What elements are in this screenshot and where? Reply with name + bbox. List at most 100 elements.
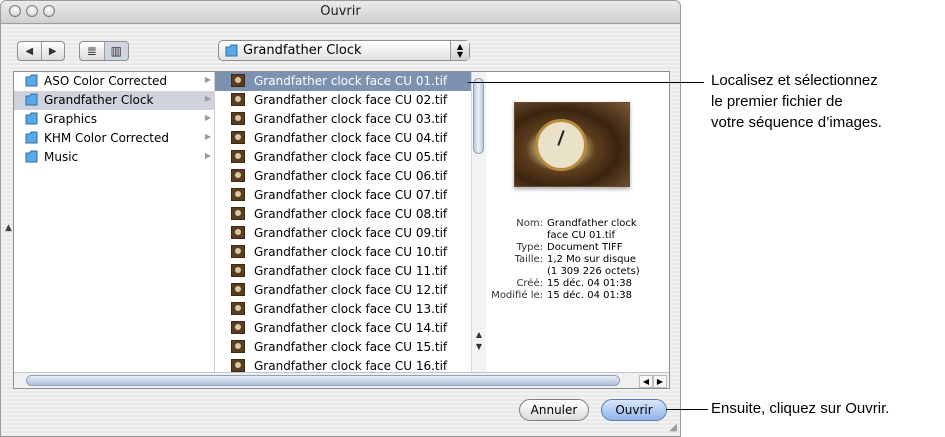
file-item[interactable]: Grandfather clock face CU 12.tif [215, 281, 471, 300]
callout-leader-bottom [666, 409, 708, 410]
forward-arrow-icon[interactable]: ▶ [40, 42, 65, 60]
file-label: Grandfather clock face CU 03.tif [254, 112, 448, 126]
folder-item[interactable]: Music ▶ [14, 148, 214, 167]
file-label: Grandfather clock face CU 12.tif [254, 283, 448, 297]
name-value-continued: face CU 01.tif [547, 230, 616, 241]
file-item[interactable]: Grandfather clock face CU 13.tif [215, 300, 471, 319]
file-item[interactable]: Grandfather clock face CU 11.tif [215, 262, 471, 281]
created-label: Créé: [516, 278, 543, 289]
file-browser: ASO Color Corrected ▶ Grandfather Clock … [13, 71, 670, 389]
folder-item[interactable]: ASO Color Corrected ▶ [14, 72, 214, 91]
image-file-icon [231, 321, 245, 334]
folder-item[interactable]: Graphics ▶ [14, 110, 214, 129]
horizontal-scrollbar[interactable]: ◀ ▶ [14, 372, 669, 388]
callout-leader-top [468, 82, 704, 83]
file-item[interactable]: Grandfather clock face CU 10.tif [215, 243, 471, 262]
image-file-icon [231, 359, 245, 372]
file-info: Nom: Grandfather clock face CU 01.tif Typ… [485, 218, 669, 302]
file-item[interactable]: Grandfather clock face CU 15.tif [215, 338, 471, 357]
folder-item-selected[interactable]: Grandfather Clock ▶ [14, 91, 214, 110]
folder-icon [25, 112, 38, 125]
scroll-down-icon[interactable]: ▼ [473, 342, 485, 353]
preview-pane: Nom: Grandfather clock face CU 01.tif Typ… [485, 72, 669, 372]
created-value: 15 déc. 04 01:38 [547, 278, 632, 289]
image-file-icon [231, 169, 245, 182]
size-label: Taille: [514, 254, 543, 265]
folder-item[interactable]: KHM Color Corrected ▶ [14, 129, 214, 148]
vertical-scroll-thumb[interactable] [473, 78, 484, 154]
clock-face-image [535, 119, 587, 171]
type-label: Type: [516, 242, 543, 253]
file-column-scrollbar[interactable]: ▲ ▼ [471, 72, 486, 372]
folder-label: KHM Color Corrected [44, 131, 170, 145]
file-label: Grandfather clock face CU 10.tif [254, 245, 448, 259]
folder-icon [25, 74, 38, 87]
open-dialog-window: Ouvrir ◀ ▶ ≣ ▥ Grandfather Clock ▲ ▼ ▲ A… [0, 0, 681, 437]
file-label: Grandfather clock face CU 13.tif [254, 302, 448, 316]
image-file-icon [231, 340, 245, 353]
callout-click-open: Ensuite, cliquez sur Ouvrir. [711, 400, 890, 417]
cancel-button[interactable]: Annuler [519, 399, 589, 421]
horizontal-scroll-arrows: ◀ ▶ [639, 375, 667, 388]
folder-icon [25, 131, 38, 144]
scroll-left-icon[interactable]: ◀ [639, 375, 653, 388]
file-item[interactable]: Grandfather clock face CU 02.tif [215, 91, 471, 110]
image-file-icon [231, 131, 245, 144]
image-file-icon [231, 93, 245, 106]
file-item[interactable]: Grandfather clock face CU 05.tif [215, 148, 471, 167]
location-popup[interactable]: Grandfather Clock ▲ ▼ [218, 40, 470, 61]
file-label: Grandfather clock face CU 11.tif [254, 264, 448, 278]
image-file-icon [231, 112, 245, 125]
open-button[interactable]: Ouvrir [601, 399, 667, 421]
preview-thumbnail [514, 102, 630, 187]
image-file-icon [231, 207, 245, 220]
image-file-icon [231, 302, 245, 315]
file-item[interactable]: Grandfather clock face CU 08.tif [215, 205, 471, 224]
file-column: Grandfather clock face CU 01.tif Grandfa… [215, 72, 472, 373]
file-item[interactable]: Grandfather clock face CU 07.tif [215, 186, 471, 205]
resize-grip-icon[interactable]: ◢ [669, 422, 677, 433]
file-label: Grandfather clock face CU 16.tif [254, 359, 448, 373]
back-arrow-icon[interactable]: ◀ [18, 42, 41, 60]
type-value: Document TIFF [547, 242, 623, 253]
scroll-up-icon[interactable]: ▲ [473, 330, 485, 341]
horizontal-scroll-thumb[interactable] [26, 375, 620, 386]
file-item[interactable]: Grandfather clock face CU 04.tif [215, 129, 471, 148]
name-value: Grandfather clock [547, 218, 637, 229]
image-file-icon [231, 150, 245, 163]
callout-select-first-file: Localisez et sélectionnez le premier fic… [711, 72, 882, 131]
collapse-handle-icon[interactable]: ▲ [5, 223, 12, 233]
folder-label: ASO Color Corrected [44, 74, 168, 88]
image-file-icon [231, 74, 245, 87]
size-value: 1,2 Mo sur disque [547, 254, 637, 265]
scroll-right-icon[interactable]: ▶ [653, 375, 667, 388]
file-label: Grandfather clock face CU 05.tif [254, 150, 448, 164]
file-item-selected[interactable]: Grandfather clock face CU 01.tif [215, 72, 471, 91]
file-label: Grandfather clock face CU 14.tif [254, 321, 448, 335]
history-navigation: ◀ ▶ [17, 41, 65, 61]
title-bar: Ouvrir [1, 1, 680, 24]
file-label: Grandfather clock face CU 04.tif [254, 131, 448, 145]
file-item[interactable]: Grandfather clock face CU 03.tif [215, 110, 471, 129]
folder-label: Grandfather Clock [44, 93, 154, 107]
list-view-icon[interactable]: ≣ [80, 42, 104, 60]
file-label: Grandfather clock face CU 09.tif [254, 226, 448, 240]
file-label: Grandfather clock face CU 06.tif [254, 169, 448, 183]
size-bytes-value: (1 309 226 octets) [547, 266, 640, 277]
disclosure-triangle-icon: ▶ [204, 151, 211, 160]
window-title: Ouvrir [320, 4, 361, 19]
file-item[interactable]: Grandfather clock face CU 09.tif [215, 224, 471, 243]
image-file-icon [231, 264, 245, 277]
file-item[interactable]: Grandfather clock face CU 06.tif [215, 167, 471, 186]
file-item[interactable]: Grandfather clock face CU 14.tif [215, 319, 471, 338]
name-label: Nom: [516, 218, 543, 229]
column-view-icon[interactable]: ▥ [103, 42, 128, 60]
folder-icon [25, 93, 38, 106]
folder-icon [225, 44, 238, 57]
location-label: Grandfather Clock [243, 43, 362, 58]
folder-column: ASO Color Corrected ▶ Grandfather Clock … [14, 72, 215, 372]
file-label: Grandfather clock face CU 08.tif [254, 207, 448, 221]
folder-icon [25, 150, 38, 163]
file-label: Grandfather clock face CU 07.tif [254, 188, 448, 202]
modified-value: 15 déc. 04 01:38 [547, 290, 632, 301]
